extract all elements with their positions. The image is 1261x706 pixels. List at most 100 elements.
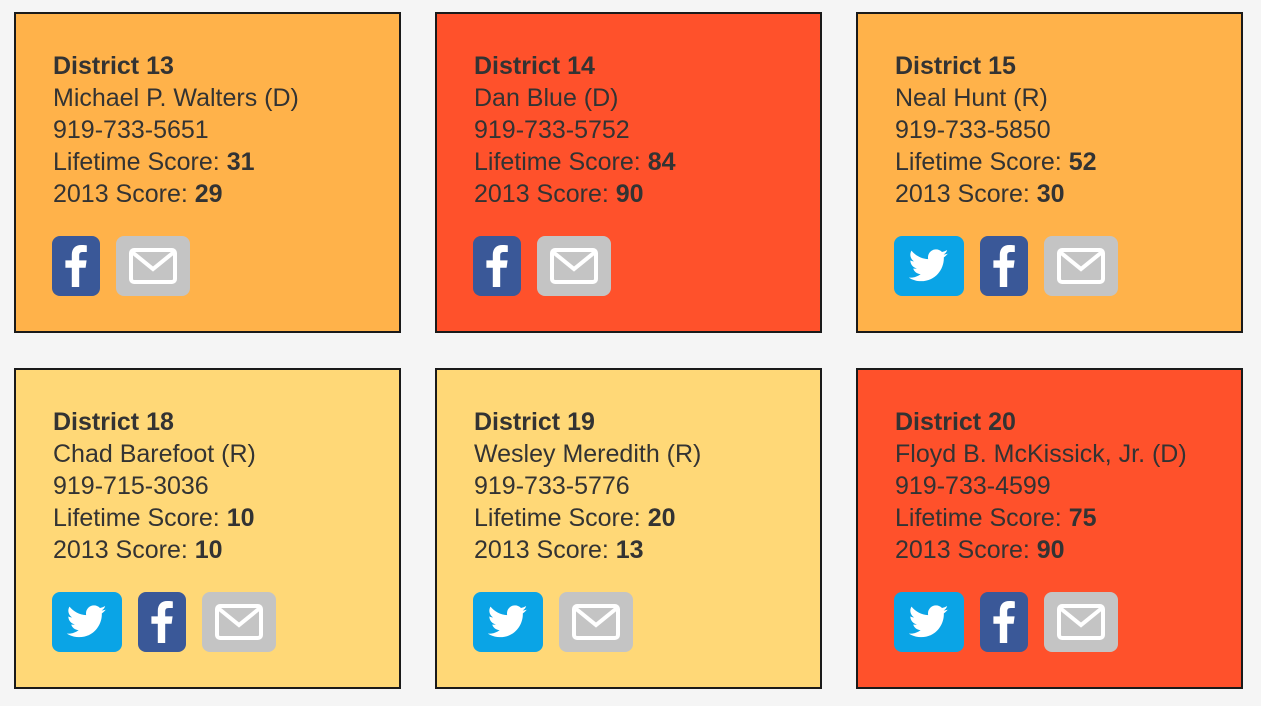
twitter-icon <box>67 605 107 639</box>
legislator-name: Neal Hunt (R) <box>895 84 1048 112</box>
legislator-grid: District 13 Michael P. Walters (D) 919-7… <box>0 0 1261 706</box>
district-label: District 20 <box>895 408 1016 436</box>
email-button[interactable] <box>1044 236 1118 296</box>
year-score-value: 10 <box>194 536 223 564</box>
year-score-value: 13 <box>615 536 644 564</box>
email-icon <box>1057 248 1105 284</box>
social-icons <box>473 236 611 296</box>
twitter-icon <box>488 605 528 639</box>
phone-number: 919-733-4599 <box>895 472 1051 500</box>
twitter-icon <box>909 249 949 283</box>
year-score: 2013 Score: 29 <box>53 178 299 210</box>
district-label: District 15 <box>895 52 1016 80</box>
facebook-button[interactable] <box>980 592 1028 652</box>
legislator-info: District 19 Wesley Meredith (R) 919-733-… <box>474 406 701 566</box>
lifetime-score: Lifetime Score: 10 <box>53 502 256 534</box>
legislator-card: District 20 Floyd B. McKissick, Jr. (D) … <box>856 368 1243 689</box>
legislator-name: Wesley Meredith (R) <box>474 440 702 468</box>
twitter-button[interactable] <box>894 592 964 652</box>
district-label: District 18 <box>53 408 174 436</box>
email-button[interactable] <box>116 236 190 296</box>
year-score-label: 2013 Score: <box>474 536 616 564</box>
lifetime-score-label: Lifetime Score: <box>895 148 1069 176</box>
lifetime-score-value: 31 <box>226 148 255 176</box>
social-icons <box>894 592 1118 652</box>
facebook-button[interactable] <box>473 236 521 296</box>
email-button[interactable] <box>559 592 633 652</box>
lifetime-score-value: 84 <box>647 148 676 176</box>
facebook-icon <box>65 245 87 287</box>
facebook-button[interactable] <box>52 236 100 296</box>
year-score-value: 30 <box>1036 180 1065 208</box>
phone-number: 919-733-5651 <box>53 116 209 144</box>
legislator-card: District 13 Michael P. Walters (D) 919-7… <box>14 12 401 333</box>
lifetime-score-label: Lifetime Score: <box>474 148 648 176</box>
year-score-label: 2013 Score: <box>895 536 1037 564</box>
year-score-label: 2013 Score: <box>53 536 195 564</box>
lifetime-score-value: 10 <box>226 504 255 532</box>
social-icons <box>52 236 190 296</box>
year-score: 2013 Score: 30 <box>895 178 1097 210</box>
legislator-card: District 14 Dan Blue (D) 919-733-5752 Li… <box>435 12 822 333</box>
lifetime-score-label: Lifetime Score: <box>53 504 227 532</box>
legislator-name: Dan Blue (D) <box>474 84 619 112</box>
lifetime-score-label: Lifetime Score: <box>53 148 227 176</box>
year-score: 2013 Score: 13 <box>474 534 701 566</box>
phone-number: 919-733-5752 <box>474 116 630 144</box>
lifetime-score: Lifetime Score: 20 <box>474 502 701 534</box>
legislator-info: District 20 Floyd B. McKissick, Jr. (D) … <box>895 406 1187 566</box>
legislator-name: Floyd B. McKissick, Jr. (D) <box>895 440 1187 468</box>
facebook-icon <box>993 245 1015 287</box>
legislator-info: District 18 Chad Barefoot (R) 919-715-30… <box>53 406 256 566</box>
social-icons <box>473 592 633 652</box>
legislator-card: District 19 Wesley Meredith (R) 919-733-… <box>435 368 822 689</box>
facebook-icon <box>151 601 173 643</box>
year-score-label: 2013 Score: <box>53 180 195 208</box>
legislator-info: District 13 Michael P. Walters (D) 919-7… <box>53 50 299 210</box>
lifetime-score: Lifetime Score: 31 <box>53 146 299 178</box>
facebook-button[interactable] <box>138 592 186 652</box>
twitter-icon <box>909 605 949 639</box>
year-score-value: 29 <box>194 180 223 208</box>
phone-number: 919-733-5776 <box>474 472 630 500</box>
twitter-button[interactable] <box>52 592 122 652</box>
lifetime-score-value: 20 <box>647 504 676 532</box>
phone-number: 919-715-3036 <box>53 472 209 500</box>
social-icons <box>894 236 1118 296</box>
lifetime-score-value: 75 <box>1068 504 1097 532</box>
facebook-icon <box>993 601 1015 643</box>
district-label: District 13 <box>53 52 174 80</box>
phone-number: 919-733-5850 <box>895 116 1051 144</box>
email-icon <box>1057 604 1105 640</box>
twitter-button[interactable] <box>894 236 964 296</box>
year-score-value: 90 <box>1036 536 1065 564</box>
legislator-card: District 15 Neal Hunt (R) 919-733-5850 L… <box>856 12 1243 333</box>
legislator-name: Michael P. Walters (D) <box>53 84 299 112</box>
email-icon <box>215 604 263 640</box>
year-score-value: 90 <box>615 180 644 208</box>
lifetime-score: Lifetime Score: 75 <box>895 502 1187 534</box>
legislator-info: District 14 Dan Blue (D) 919-733-5752 Li… <box>474 50 676 210</box>
lifetime-score: Lifetime Score: 84 <box>474 146 676 178</box>
lifetime-score-label: Lifetime Score: <box>474 504 648 532</box>
legislator-name: Chad Barefoot (R) <box>53 440 256 468</box>
facebook-button[interactable] <box>980 236 1028 296</box>
lifetime-score-label: Lifetime Score: <box>895 504 1069 532</box>
email-icon <box>572 604 620 640</box>
email-button[interactable] <box>1044 592 1118 652</box>
legislator-card: District 18 Chad Barefoot (R) 919-715-30… <box>14 368 401 689</box>
social-icons <box>52 592 276 652</box>
email-button[interactable] <box>202 592 276 652</box>
facebook-icon <box>486 245 508 287</box>
year-score-label: 2013 Score: <box>895 180 1037 208</box>
year-score: 2013 Score: 90 <box>895 534 1187 566</box>
district-label: District 14 <box>474 52 595 80</box>
email-icon <box>550 248 598 284</box>
email-icon <box>129 248 177 284</box>
district-label: District 19 <box>474 408 595 436</box>
year-score-label: 2013 Score: <box>474 180 616 208</box>
twitter-button[interactable] <box>473 592 543 652</box>
legislator-info: District 15 Neal Hunt (R) 919-733-5850 L… <box>895 50 1097 210</box>
email-button[interactable] <box>537 236 611 296</box>
lifetime-score-value: 52 <box>1068 148 1097 176</box>
